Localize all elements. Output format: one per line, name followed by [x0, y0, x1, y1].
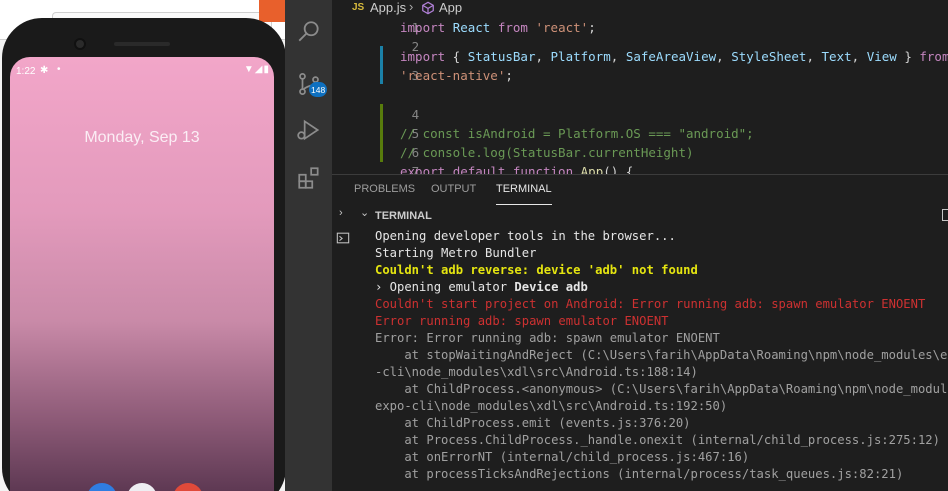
code-line: 2 import React from 'react'; [400, 20, 596, 54]
terminal-line: at ChildProcess.emit (events.js:376:20) [375, 416, 691, 430]
source-control-badge: 148 [309, 82, 328, 97]
terminal-sidebar [332, 204, 360, 491]
terminal-line: Couldn't start project on Android: Error… [375, 297, 926, 311]
code-line: 8 export default function App() { [400, 164, 634, 174]
battery-icon: ▮ [263, 64, 270, 75]
terminal-line: at processTicksAndRejections (internal/p… [375, 467, 904, 481]
wifi-icon: ▼ [243, 64, 255, 75]
terminal-line: at Process.ChildProcess._handle.onexit (… [375, 433, 940, 447]
dock-phone-icon[interactable] [87, 483, 117, 491]
terminal-output[interactable]: Opening developer tools in the browser..… [375, 228, 948, 483]
js-file-icon: JS [352, 2, 365, 13]
terminal-line: at ChildProcess.<anonymous> (C:\Users\fa… [375, 382, 948, 396]
dock-chrome-icon[interactable] [173, 483, 203, 491]
terminal-line-device: Device adb [514, 280, 588, 294]
search-icon[interactable] [285, 12, 332, 52]
lock-screen-date: Monday, Sep 13 [84, 129, 200, 146]
notification-dot-icon: • [57, 64, 61, 75]
front-camera [74, 38, 86, 50]
chevron-down-icon[interactable]: ⌄ [360, 206, 369, 219]
code-line: 4 [411, 107, 420, 122]
breadcrumb: JS App.js › App [332, 0, 948, 18]
code-line: 5 [411, 126, 420, 141]
terminal-line: › Opening emulator Device adb [375, 279, 948, 296]
code-line: 6 // const isAndroid = Platform.OS === "… [400, 126, 754, 160]
terminal-line: at onErrorNT (internal/child_process.js:… [375, 450, 750, 464]
terminal-line: expo-cli\node_modules\xdl\src\Android.ts… [375, 399, 728, 413]
terminal-line: Error: Error running adb: spawn emulator… [375, 331, 720, 345]
terminal-line: at stopWaitingAndReject (C:\Users\farih\… [375, 348, 948, 362]
tab-problems[interactable]: PROBLEMS [354, 183, 415, 195]
terminal-shell-icon[interactable] [336, 230, 350, 249]
editor-area: 1 import { StatusBar as ExpoStatusBar } … [332, 0, 948, 491]
settings-gear-icon: ✱ [40, 65, 49, 76]
breadcrumb-symbol[interactable]: App [439, 0, 462, 15]
earpiece-speaker [114, 42, 170, 46]
activity-bar: 148 [285, 0, 332, 491]
run-debug-icon[interactable] [285, 110, 332, 150]
android-emulator-window: 1:22 ✱ • ▼◢▮ Monday, Sep 13 [0, 0, 285, 491]
terminal-line: -cli\node_modules\xdl\src\Android.ts:188… [375, 365, 698, 379]
terminal-line: Error running adb: spawn emulator ENOENT [375, 314, 669, 328]
panel-tab-bar: PROBLEMS OUTPUT TERMINAL [332, 174, 948, 205]
terminal-line: Starting Metro Bundler [375, 246, 537, 260]
terminal-line: Couldn't adb reverse: device 'adb' not f… [375, 263, 698, 277]
new-terminal-icon[interactable] [942, 209, 948, 221]
code-editor[interactable]: 1 import { StatusBar as ExpoStatusBar } … [332, 6, 948, 174]
code-line: 3 import { StatusBar, Platform, SafeArea… [400, 49, 948, 83]
background-window-accent [259, 0, 285, 22]
extensions-icon[interactable] [285, 158, 332, 198]
dock-messages-icon[interactable] [127, 483, 157, 491]
tab-terminal[interactable]: TERMINAL [496, 183, 552, 205]
tab-output[interactable]: OUTPUT [431, 183, 476, 195]
phone-lock-screen[interactable]: 1:22 ✱ • ▼◢▮ Monday, Sep 13 [10, 57, 274, 491]
android-status-bar: 1:22 ✱ • ▼◢▮ [10, 57, 274, 83]
code-line: 'react-native'; [400, 68, 513, 83]
terminal-line: Opening developer tools in the browser..… [375, 229, 676, 243]
terminal-line-prefix: › Opening emulator [375, 280, 515, 294]
terminal-header: › ⌄ TERMINAL [332, 204, 948, 226]
status-time: 1:22 [16, 66, 36, 77]
terminal-section-title[interactable]: TERMINAL [375, 210, 432, 222]
chevron-right-icon: › [409, 0, 414, 14]
breadcrumb-file[interactable]: App.js [370, 0, 406, 15]
code-line: 7 // console.log(StatusBar.currentHeight… [400, 145, 694, 174]
symbol-class-icon [421, 1, 435, 18]
